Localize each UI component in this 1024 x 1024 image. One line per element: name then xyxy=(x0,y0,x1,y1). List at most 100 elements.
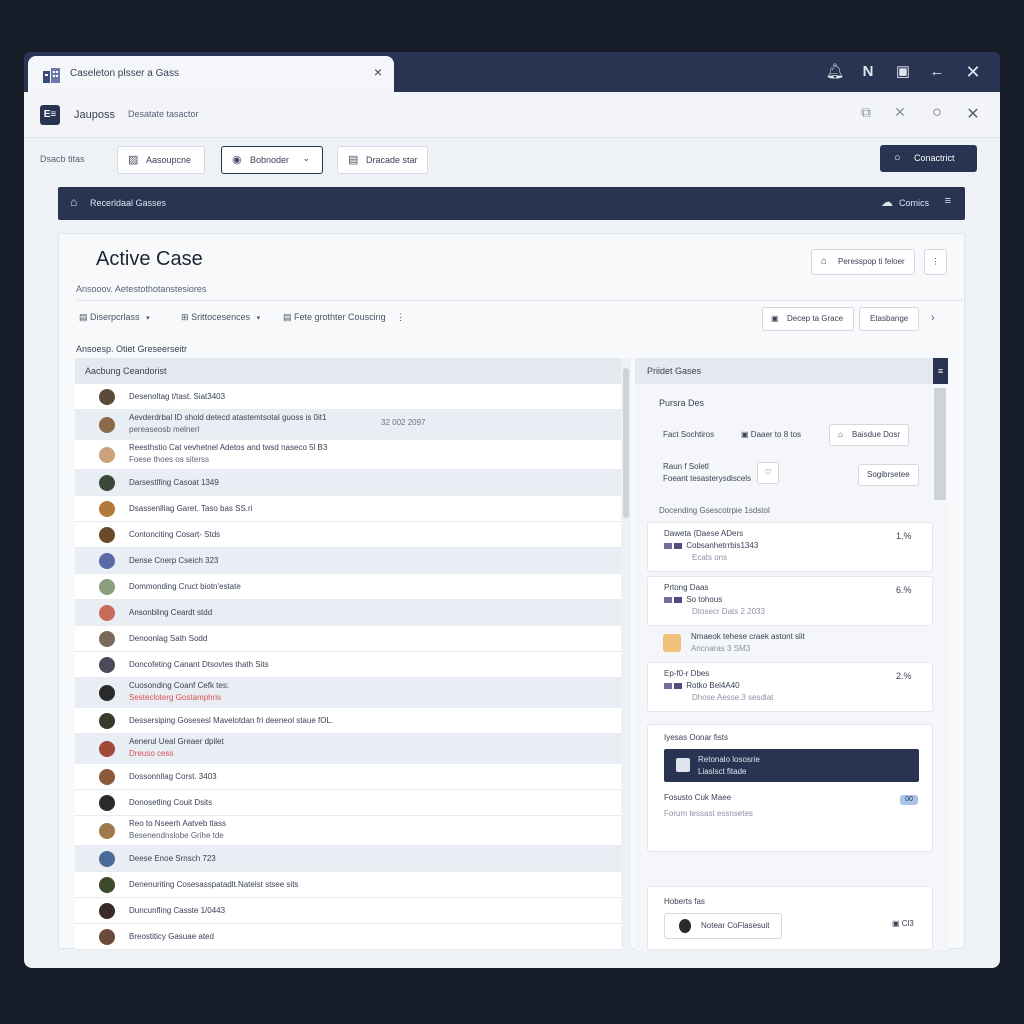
avatar xyxy=(99,929,115,945)
row-title: Ansonbling Ceardt stdd xyxy=(129,608,213,617)
table-row[interactable]: Breostiticy Gasuae ated xyxy=(75,924,621,950)
app-name: Jauposs xyxy=(74,109,115,121)
detail-menu-icon[interactable]: ≡ xyxy=(933,358,948,384)
avatar xyxy=(99,605,115,621)
cloud-icon: ☁︎ xyxy=(881,195,893,209)
chevron-right-icon[interactable]: › xyxy=(931,312,935,324)
scrollbar-thumb[interactable] xyxy=(623,368,629,518)
table-row[interactable]: Aevderdrbal ID shold detecd atastemtsota… xyxy=(75,410,621,440)
table-row[interactable]: Aenerul Ueal Greaer dpilet Dreuso cess xyxy=(75,734,621,764)
detail-card[interactable]: Nmaeok tehese craek astont slit Ancnaras… xyxy=(647,628,933,660)
avatar xyxy=(99,631,115,647)
table-row[interactable]: Dense Cnerp Cseich 323 xyxy=(75,548,621,574)
back-arrow-icon[interactable]: ← xyxy=(926,62,948,82)
side-button-2[interactable]: Etasbange xyxy=(859,307,920,331)
tab-title: Caseleton plsser a Gass xyxy=(70,68,179,79)
heart-button[interactable]: ♡ xyxy=(757,462,779,484)
caret-icon: ▾ xyxy=(256,315,261,322)
tab-close-icon[interactable]: × xyxy=(374,64,382,80)
avatar xyxy=(99,903,115,919)
row-title: Reo to Nseerh Aatveb tlass xyxy=(129,819,226,828)
card-line2: Dhose Aesse.3 sesdlat xyxy=(692,693,774,702)
table-row[interactable]: Denoonlag Sath Sodd xyxy=(75,626,621,652)
filter-button-1[interactable]: ▨ Aasoupcne xyxy=(117,146,205,174)
primary-action-button[interactable]: ○ Conactrict xyxy=(880,145,977,172)
filter-button-3[interactable]: ▤ Dracade star xyxy=(337,146,428,174)
header-action-button[interactable]: ⌂ Peresspop ti feloer xyxy=(811,249,915,275)
car-icon: ▤ xyxy=(348,154,359,166)
page-subtitle: Ansooov. Aetestothotanstesiores xyxy=(76,284,207,294)
lock-icon: ⌂ xyxy=(821,256,828,267)
detail-row2-button[interactable]: Sogibrsetee xyxy=(858,464,919,486)
table-row[interactable]: Dessersiping Gosesesl Mavelotdan fri dee… xyxy=(75,708,621,734)
close-icon[interactable]: ✕ xyxy=(962,62,984,82)
more-options-button[interactable]: ⋮ xyxy=(924,249,947,275)
row-subtitle: pereaseosb melnerl xyxy=(129,425,200,434)
more-icon: ⋮ xyxy=(396,312,406,322)
table-row[interactable]: Ansonbling Ceardt stdd xyxy=(75,600,621,626)
side-button-1[interactable]: ▣ Decep ta Grace xyxy=(762,307,855,331)
quick-action-line2: Liaslsct fitade xyxy=(698,767,747,776)
home-icon[interactable]: ⌂ xyxy=(70,195,77,209)
detail-row1-value-text: Daaer to 8 tos xyxy=(750,430,802,439)
close-icon[interactable]: ✕ xyxy=(963,104,983,124)
filter-dropdown-1[interactable]: ▤ Diserpcrlass ▾ xyxy=(79,312,150,323)
table-row[interactable]: Darsestlfing Casoat 1349 xyxy=(75,470,621,496)
row-title: Donosetling Couit Dsits xyxy=(129,798,213,807)
title-bar: Caseleton plsser a Gass × 🔔︎ N ▣ ← ✕ xyxy=(24,52,1000,92)
row-date: 32 002 2097 xyxy=(381,418,426,427)
table-row[interactable]: Dsassenlliag Garet. Taso bas SS.ri xyxy=(75,496,621,522)
table-row[interactable]: Denenuriting Cosesasspatadlt.Natelst sts… xyxy=(75,872,621,898)
chat-icon[interactable]: ▣ xyxy=(892,62,914,82)
primary-action-label: Conactrict xyxy=(914,153,955,163)
detail-card[interactable]: Ep-f0-r Dbes Rotko Bel4A40 Dhose Aesse.3… xyxy=(647,662,933,712)
bottom-field[interactable]: Notear CoFlasesuit xyxy=(664,913,782,939)
filter-dropdown-3[interactable]: ▤ Fete grothter Couscing ⋮ xyxy=(283,312,405,323)
list-scrollbar[interactable] xyxy=(621,358,631,950)
detail-panel: Priidet Gases ≡ Pursra Des Fact Sochtiro… xyxy=(635,358,948,950)
table-row[interactable]: Reesthstio Cat vevhetnel Adetos and twsd… xyxy=(75,440,621,470)
quick-title: Iyesas Oonar fists xyxy=(664,733,729,742)
card-line1: Ancnaras 3 SM3 xyxy=(691,644,751,653)
bottom-field-label: Notear CoFlasesuit xyxy=(701,921,770,930)
detail-scrollbar[interactable] xyxy=(934,388,946,500)
row-title: Darsestlfing Casoat 1349 xyxy=(129,478,219,487)
table-row[interactable]: Desenoltag t/tast. Siat3403 xyxy=(75,384,621,410)
side-button-label: Decep ta Grace xyxy=(787,314,844,323)
table-row[interactable]: Dossonnllag Corst. 3403 xyxy=(75,764,621,790)
detail-card[interactable]: Daweta (Daese ADers Cobsanhetrrbis1343 E… xyxy=(647,522,933,572)
table-row[interactable]: Cuosonding Coanf Cefk tes: Sestecloterg G… xyxy=(75,678,621,708)
app-icon[interactable]: N xyxy=(857,62,879,82)
quick-action-button[interactable]: Retonalo lososrie Liaslsct fitade xyxy=(664,749,919,782)
main-card: Active Case Ansooov. Aetestothotanstesio… xyxy=(58,233,965,950)
table-row[interactable]: Contonciting Cosart- Stds xyxy=(75,522,621,548)
copy-icon[interactable]: ⧉ xyxy=(856,104,876,121)
menu-icon[interactable]: ≡ xyxy=(945,195,951,207)
row-subtitle: Besenendnslobe Grihe tde xyxy=(129,831,224,840)
detail-card[interactable]: Prtong Daas So tohous Dtosecr Dats 2 203… xyxy=(647,576,933,626)
list-icon: ▤ xyxy=(79,312,88,322)
toggle-switch[interactable]: 00 xyxy=(900,795,918,805)
close-icon[interactable]: ✕ xyxy=(890,104,910,121)
table-row[interactable]: Duncunfling Casste 1/0443 xyxy=(75,898,621,924)
browser-tab[interactable]: Caseleton plsser a Gass × xyxy=(28,56,394,92)
tag-icon xyxy=(674,596,682,603)
table-row[interactable]: Donosetling Couit Dsits xyxy=(75,790,621,816)
table-row[interactable]: Deese Enoe Srnsch 723 xyxy=(75,846,621,872)
detail-heading2: Docending Gsescotrpie 1sdstol xyxy=(659,506,770,515)
banner-right-label[interactable]: Comics xyxy=(899,198,929,208)
filter-dropdown-2[interactable]: ⊞ Srittocesences ▾ xyxy=(181,312,260,323)
tag-icon xyxy=(664,596,672,603)
table-row[interactable]: Reo to Nseerh Aatveb tlass Besenendnslobe… xyxy=(75,816,621,846)
table-row[interactable]: Dommonding Cruct biotn'estate xyxy=(75,574,621,600)
avatar xyxy=(99,553,115,569)
folder-icon xyxy=(663,634,681,652)
banner-title: Recerldaal Gasses xyxy=(90,198,167,208)
quick-actions-card: Iyesas Oonar fists Retonalo lososrie Lia… xyxy=(647,724,933,852)
tag-icon xyxy=(674,682,682,689)
filter-button-2[interactable]: ◉ Bobnoder ⌄ xyxy=(221,146,323,174)
detail-row1-button[interactable]: ⌂ Baisdue Dosr xyxy=(829,424,910,446)
circle-icon[interactable]: ○ xyxy=(927,104,947,122)
table-row[interactable]: Doncofeting Canant Dtsovtes thath Sits xyxy=(75,652,621,678)
bell-icon[interactable]: 🔔︎ xyxy=(824,62,846,82)
